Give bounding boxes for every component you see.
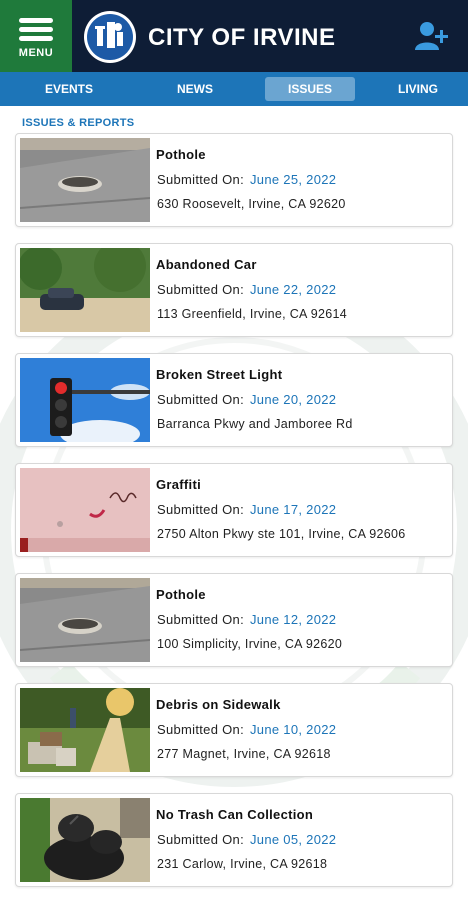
issue-submitted: Submitted On: June 25, 2022 [157, 172, 336, 187]
issue-title: Pothole [156, 587, 206, 602]
abandoned-car-photo [20, 248, 150, 332]
sidewalk-debris-photo [20, 688, 150, 772]
issue-card[interactable]: Abandoned Car Submitted On: June 22, 2022… [15, 243, 453, 337]
issue-submitted: Submitted On: June 22, 2022 [157, 282, 336, 297]
issue-submitted: Submitted On: June 12, 2022 [157, 612, 336, 627]
issue-date: June 22, 2022 [250, 282, 337, 297]
traffic-light-photo [20, 358, 150, 442]
issue-date: June 25, 2022 [250, 172, 337, 187]
issue-submitted: Submitted On: June 17, 2022 [157, 502, 336, 517]
tab-events[interactable]: EVENTS [23, 77, 115, 101]
issue-card[interactable]: Broken Street Light Submitted On: June 20… [15, 353, 453, 447]
submitted-label: Submitted On: [157, 502, 244, 517]
issue-card[interactable]: Pothole Submitted On: June 12, 2022 100 S… [15, 573, 453, 667]
graffiti-photo [20, 468, 150, 552]
issue-title: No Trash Can Collection [156, 807, 314, 822]
city-seal-logo [84, 11, 136, 63]
issue-address: 231 Carlow, Irvine, CA 92618 [157, 857, 328, 871]
issue-submitted: Submitted On: June 05, 2022 [157, 832, 336, 847]
hamburger-icon [19, 14, 53, 45]
submitted-label: Submitted On: [157, 832, 244, 847]
issue-title: Broken Street Light [156, 367, 283, 382]
tab-bar: EVENTS NEWS ISSUES LIVING [0, 72, 468, 106]
submitted-label: Submitted On: [157, 722, 244, 737]
issue-date: June 17, 2022 [250, 502, 337, 517]
submitted-label: Submitted On: [157, 612, 244, 627]
menu-label: MENU [18, 46, 54, 59]
submitted-label: Submitted On: [157, 172, 244, 187]
submitted-label: Submitted On: [157, 282, 244, 297]
issue-address: 2750 Alton Pkwy ste 101, Irvine, CA 9260… [157, 527, 406, 541]
issue-submitted: Submitted On: June 20, 2022 [157, 392, 336, 407]
issue-date: June 12, 2022 [250, 612, 337, 627]
issues-list: Pothole Submitted On: June 25, 2022 630 R… [15, 133, 453, 900]
issue-title: Pothole [156, 147, 206, 162]
issue-title: Debris on Sidewalk [156, 697, 281, 712]
issue-address: Barranca Pkwy and Jamboree Rd [157, 417, 353, 431]
issue-card[interactable]: Pothole Submitted On: June 25, 2022 630 R… [15, 133, 453, 227]
section-label: ISSUES & REPORTS [22, 117, 135, 129]
pothole-photo [20, 138, 150, 222]
add-user-icon[interactable] [414, 18, 450, 54]
tab-living[interactable]: LIVING [388, 77, 448, 101]
app-header: MENU CITY OF IRVINE [0, 0, 468, 72]
issue-card[interactable]: No Trash Can Collection Submitted On: Jun… [15, 793, 453, 887]
issue-title: Abandoned Car [156, 257, 257, 272]
menu-button[interactable]: MENU [0, 0, 72, 72]
issue-address: 277 Magnet, Irvine, CA 92618 [157, 747, 331, 761]
issue-date: June 05, 2022 [250, 832, 337, 847]
issue-title: Graffiti [156, 477, 202, 492]
pothole-photo [20, 578, 150, 662]
issue-card[interactable]: Debris on Sidewalk Submitted On: June 10,… [15, 683, 453, 777]
issue-address: 100 Simplicity, Irvine, CA 92620 [157, 637, 343, 651]
submitted-label: Submitted On: [157, 392, 244, 407]
app-title: CITY OF IRVINE [148, 24, 336, 51]
tab-issues[interactable]: ISSUES [265, 77, 355, 101]
trash-bags-photo [20, 798, 150, 882]
issue-address: 113 Greenfield, Irvine, CA 92614 [157, 307, 348, 321]
issue-date: June 10, 2022 [250, 722, 337, 737]
issue-address: 630 Roosevelt, Irvine, CA 92620 [157, 197, 346, 211]
tab-news[interactable]: NEWS [165, 77, 225, 101]
issue-submitted: Submitted On: June 10, 2022 [157, 722, 336, 737]
issue-card[interactable]: Graffiti Submitted On: June 17, 2022 2750… [15, 463, 453, 557]
issue-date: June 20, 2022 [250, 392, 337, 407]
